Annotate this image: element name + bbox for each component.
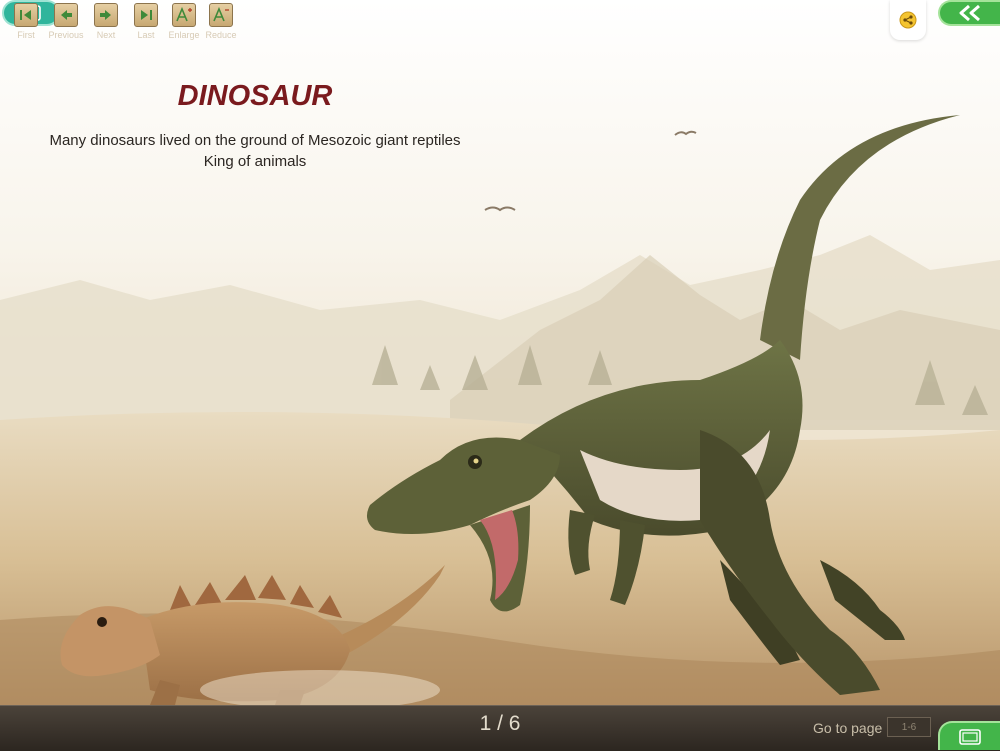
enlarge-label: Enlarge [168,30,200,40]
share-button[interactable] [890,0,926,40]
enlarge-text-icon [172,3,196,27]
next-page-button[interactable]: Next [88,3,124,43]
page-indicator: 1 / 6 [479,712,521,735]
goto-label: Go to page [813,720,883,736]
reduce-text-icon [209,3,233,27]
last-page-button[interactable]: Last [128,3,164,43]
double-chevron-left-icon [959,4,980,22]
goto-page-input[interactable] [887,717,931,737]
back-button[interactable] [938,0,1000,26]
first-page-icon [14,3,38,27]
description-line-2: King of animals [203,153,307,170]
first-page-button[interactable]: First [8,3,44,43]
slideshow-button[interactable] [938,721,1000,750]
enlarge-button[interactable]: Enlarge [166,3,202,43]
description-line-1: Many dinosaurs lived on the ground of Me… [49,132,461,149]
first-label: First [17,30,35,40]
previous-label: Previous [48,30,84,40]
reduce-button[interactable]: Reduce [203,3,239,43]
page-description: Many dinosaurs lived on the ground of Me… [30,130,480,172]
next-page-icon [94,3,118,27]
slideshow-icon [959,728,981,745]
previous-page-button[interactable]: Previous [48,3,84,43]
reduce-label: Reduce [205,30,237,40]
last-label: Last [137,30,155,40]
share-icon [899,11,917,29]
last-page-icon [134,3,158,27]
next-label: Next [96,30,116,40]
previous-page-icon [54,3,78,27]
page-title: DINOSAUR [177,80,333,112]
